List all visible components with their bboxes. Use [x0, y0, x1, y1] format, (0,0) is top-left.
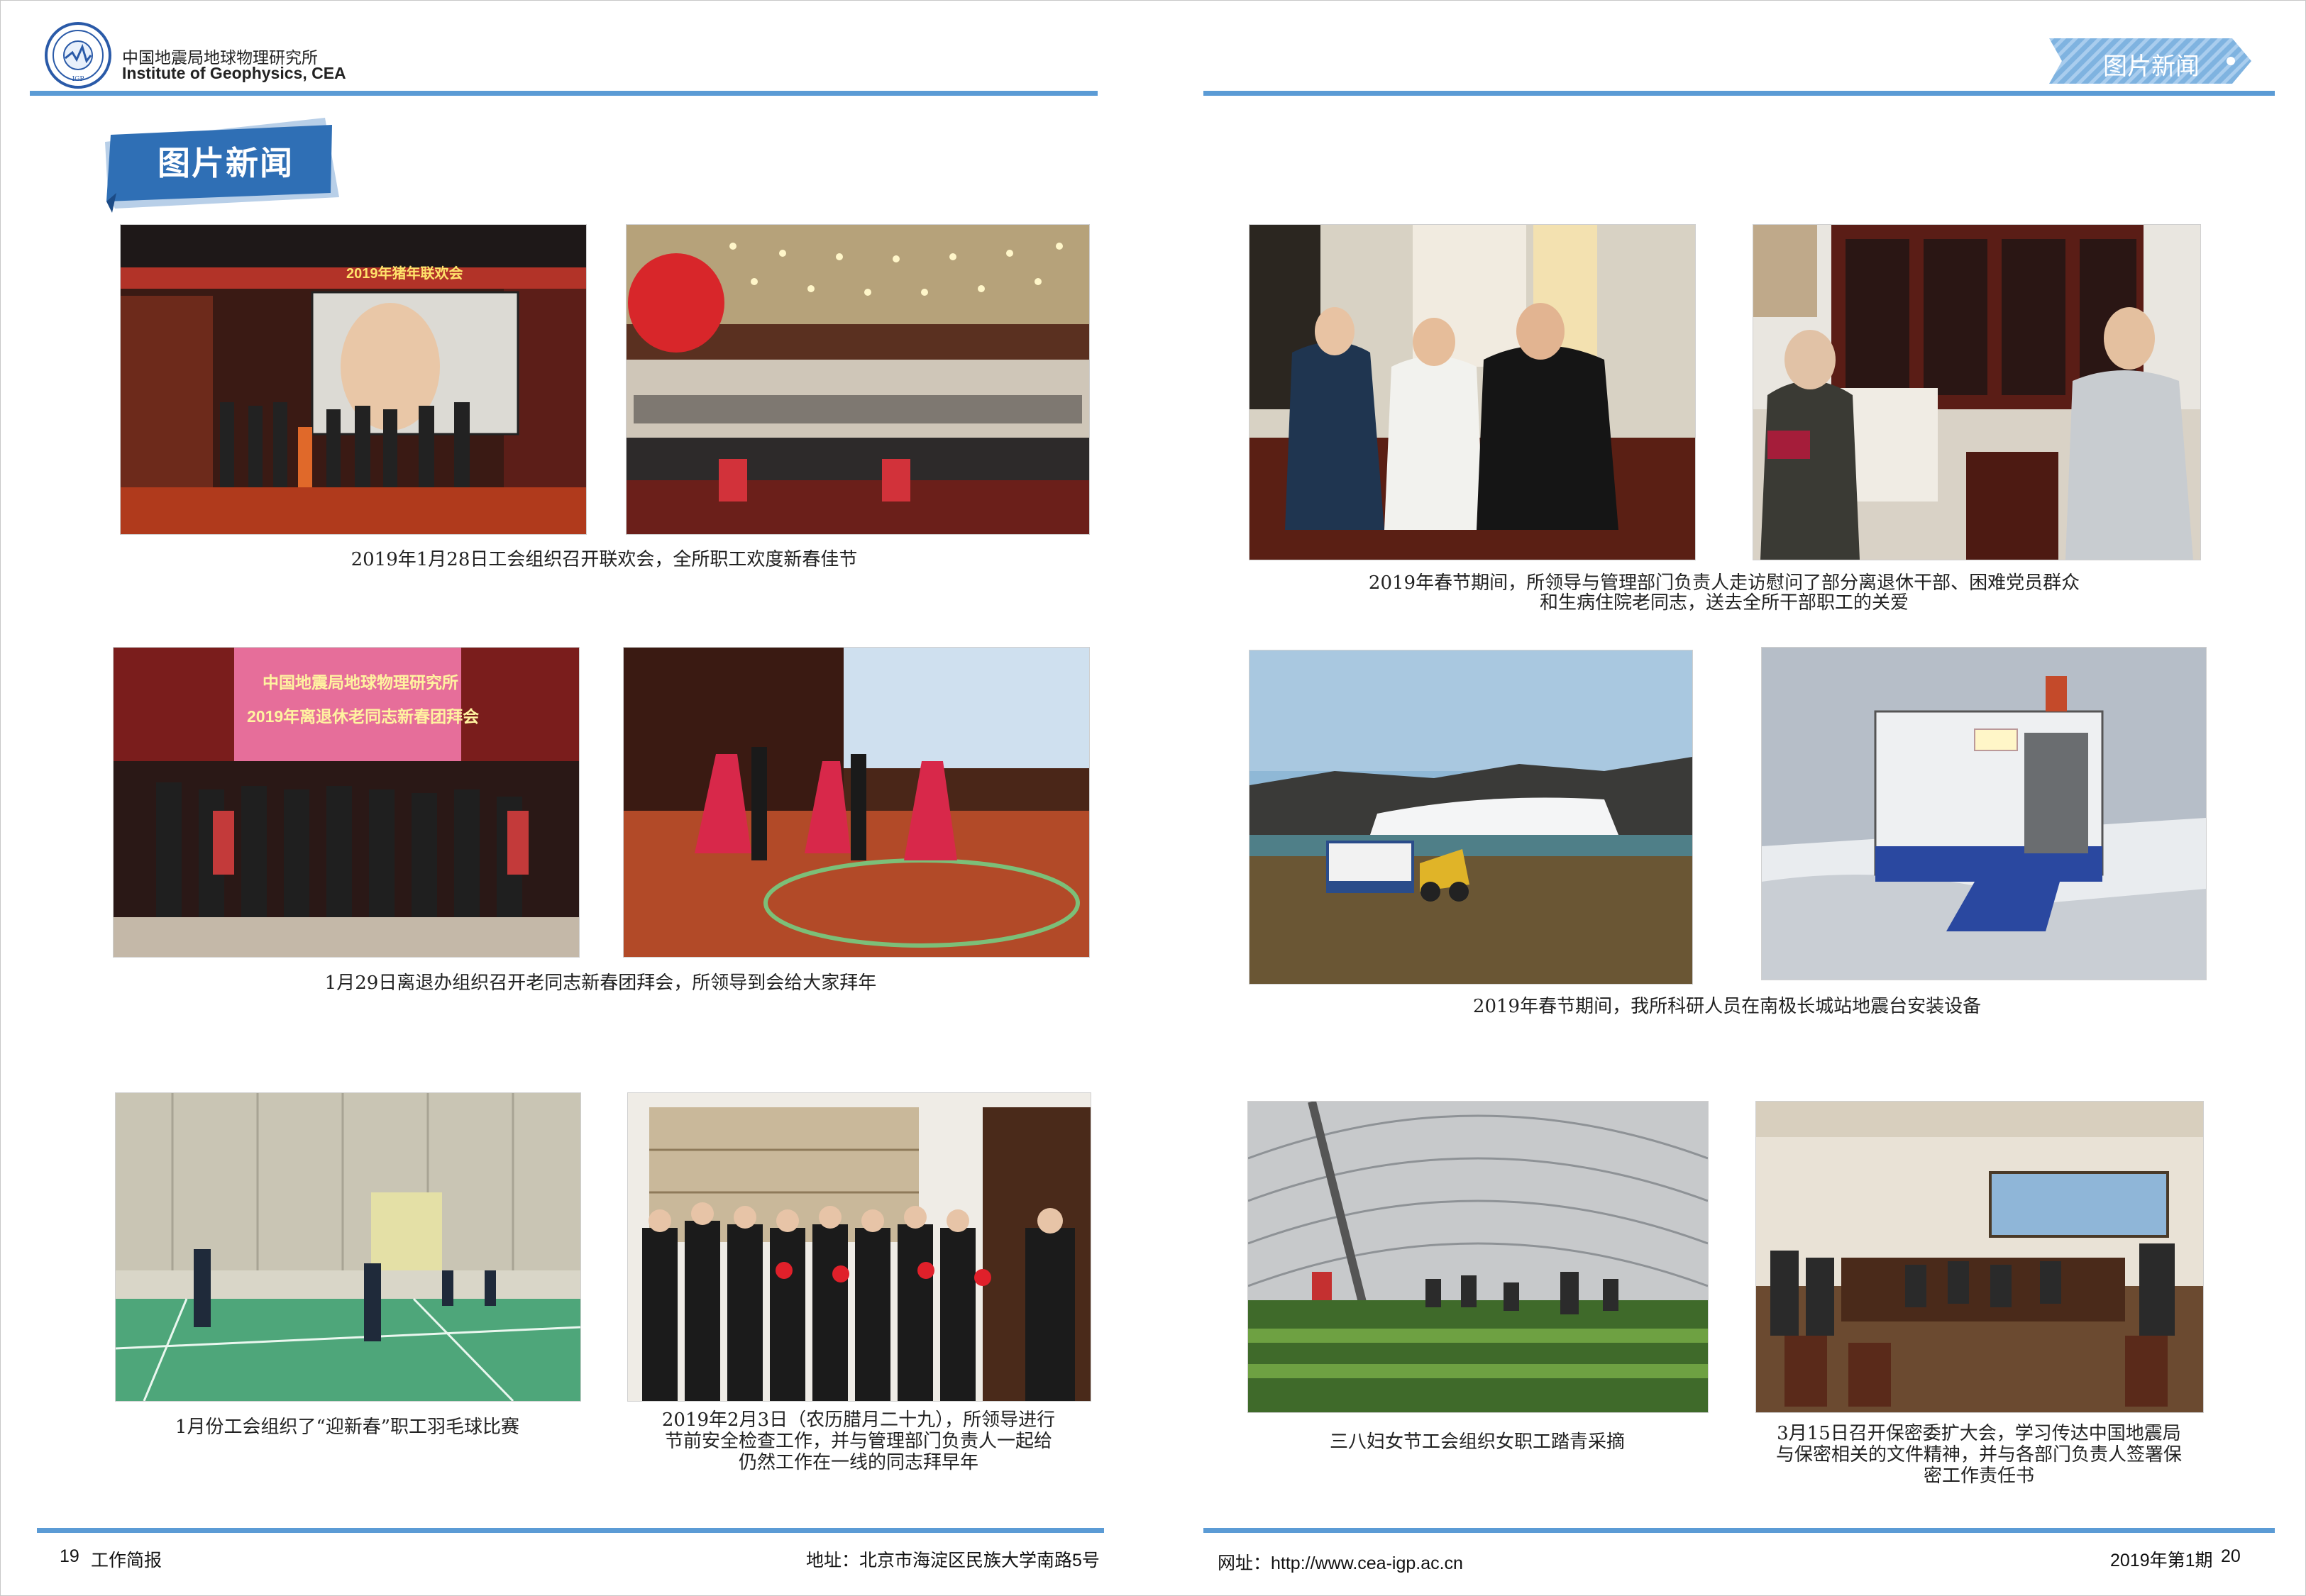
- footer-address: 地址：北京市海淀区民族大学南路5号: [806, 1551, 1100, 1570]
- institute-logo: IGP: [44, 21, 112, 89]
- photo-antarctic-landscape: [1249, 650, 1693, 985]
- footer-page-number-left: 19: [60, 1546, 79, 1566]
- caption-greenhouse: 三八妇女节工会组织女职工踏青采摘: [1329, 1431, 1625, 1453]
- footer-rule-right: [1203, 1528, 2275, 1533]
- caption-gala: 2019年1月28日工会组织召开联欢会，全所职工欢度新春佳节: [351, 549, 858, 570]
- photo-retiree-reunion: 中国地震局地球物理研究所 2019年离退休老同志新春团拜会: [113, 647, 580, 958]
- caption-retiree-reunion: 1月29日离退办组织召开老同志新春团拜会，所领导到会给大家拜年: [324, 972, 877, 994]
- photo-visit-retired-cadre: [1249, 224, 1696, 560]
- caption-inspection-line2: 节前安全检查工作，并与管理部门负责人一起给: [664, 1431, 1052, 1452]
- section-tab: 图片新闻: [2049, 38, 2251, 84]
- photo-gala-stage: 2019年猪年联欢会: [120, 224, 587, 535]
- gala-banner-text: 2019年猪年联欢会: [346, 266, 463, 282]
- section-banner: 图片新闻: [98, 113, 339, 213]
- photo-seismic-station: [1761, 647, 2207, 980]
- footer-page-number-right: 20: [2221, 1546, 2241, 1566]
- photo-confidentiality-meeting: [1755, 1101, 2204, 1413]
- photo-greenhouse-picking: [1247, 1101, 1709, 1413]
- caption-meeting-line2: 与保密相关的文件精神，并与各部门负责人签署保: [1775, 1444, 2182, 1465]
- caption-badminton: 1月份工会组织了“迎新春”职工羽毛球比赛: [175, 1417, 520, 1438]
- section-banner-title: 图片新闻: [158, 145, 294, 182]
- header-rule-left: [30, 91, 1098, 96]
- footer-issue: 2019年第1期: [2110, 1551, 2213, 1570]
- org-name-en: Institute of Geophysics, CEA: [122, 64, 346, 82]
- reunion-banner-line1: 中国地震局地球物理研究所: [263, 673, 458, 692]
- footer-publication-title: 工作简报: [91, 1551, 162, 1570]
- caption-inspection-line1: 2019年2月3日（农历腊月二十九），所领导进行: [661, 1409, 1056, 1431]
- caption-meeting-line1: 3月15日召开保密委扩大会，学习传达中国地震局: [1777, 1423, 2181, 1444]
- photo-ballroom-dance: [623, 647, 1090, 958]
- photo-visit-elder-home: [1753, 224, 2201, 560]
- caption-meeting-line3: 密工作责任书: [1923, 1465, 2034, 1487]
- svg-text:IGP: IGP: [72, 76, 84, 83]
- header-rule-right: [1203, 91, 2275, 96]
- caption-antarctic: 2019年春节期间，我所科研人员在南极长城站地震台安装设备: [1472, 996, 1982, 1017]
- reunion-banner-line2: 2019年离退休老同志新春团拜会: [247, 707, 480, 726]
- photo-gala-audience: [626, 224, 1090, 535]
- footer-website: 网址：http://www.cea-igp.ac.cn: [1218, 1553, 1463, 1573]
- section-tab-label: 图片新闻: [2103, 53, 2200, 80]
- photo-badminton: [115, 1092, 581, 1402]
- photo-safety-inspection: [627, 1092, 1091, 1402]
- footer-rule-left: [37, 1528, 1104, 1533]
- caption-inspection-line3: 仍然工作在一线的同志拜早年: [738, 1452, 978, 1473]
- caption-visit-line2: 和生病住院老同志，送去全所干部职工的关爱: [1539, 592, 1909, 614]
